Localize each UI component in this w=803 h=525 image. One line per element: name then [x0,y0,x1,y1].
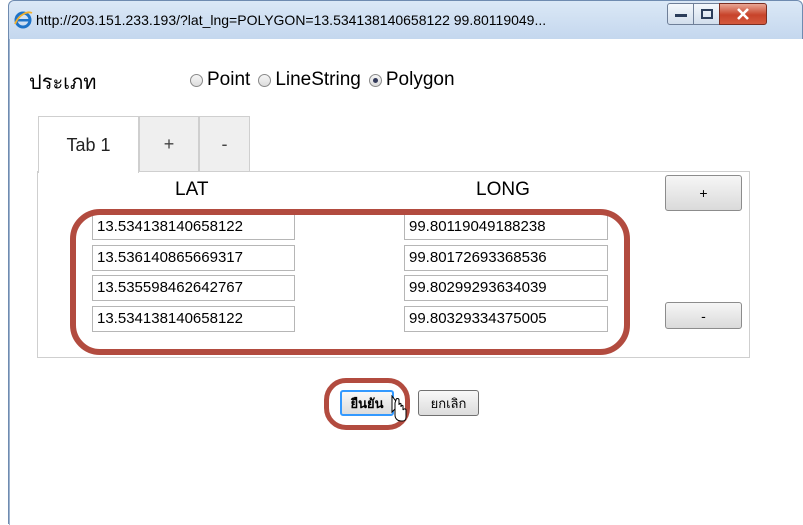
close-button[interactable] [719,3,767,25]
add-row-button[interactable]: + [665,175,742,211]
remove-row-button[interactable]: - [665,302,742,329]
radio-label-linestring: LineString [275,69,361,90]
window-title: http://203.151.233.193/?lat_lng=POLYGON=… [36,12,547,28]
internet-explorer-icon [14,11,33,29]
mouse-pointer-icon [391,395,407,422]
radio-point[interactable]: Point [190,69,250,91]
confirm-button[interactable]: ยืนยัน [340,390,394,416]
browser-popup-window: http://203.151.233.193/?lat_lng=POLYGON=… [8,0,803,525]
title-bar[interactable]: http://203.151.233.193/?lat_lng=POLYGON=… [9,1,802,39]
geometry-type-radio-group: Point LineString Polygon [190,69,463,91]
long-input[interactable]: 99.80299293634039 [404,275,608,301]
radio-label-polygon: Polygon [385,69,455,90]
minimize-icon [674,14,687,17]
tab-1[interactable]: Tab 1 [38,116,139,173]
radio-label-point: Point [207,69,251,90]
maximize-icon [700,9,713,19]
long-input[interactable]: 99.80172693368536 [404,245,608,271]
long-column-header: LONG [476,179,530,200]
minimize-button[interactable] [667,3,694,25]
radio-button-icon[interactable] [190,73,203,87]
radio-button-icon[interactable] [258,73,272,87]
radio-polygon[interactable]: Polygon [368,69,455,91]
lat-input[interactable]: 13.534138140658122 [92,214,295,240]
lat-input[interactable]: 13.536140865669317 [92,245,295,271]
add-tab-button[interactable]: + [139,116,199,172]
remove-tab-button[interactable]: - [199,116,250,172]
radio-button-selected-icon[interactable] [368,73,382,87]
lat-input[interactable]: 13.534138140658122 [92,306,295,332]
radio-linestring[interactable]: LineString [258,69,361,91]
type-label: ประเภท [29,72,97,94]
lat-input[interactable]: 13.535598462642767 [92,275,295,301]
lat-column-header: LAT [175,179,209,200]
long-input[interactable]: 99.80119049188238 [404,214,608,240]
close-icon [737,8,749,20]
cancel-button[interactable]: ยกเลิก [418,390,479,416]
long-input[interactable]: 99.80329334375005 [404,306,608,332]
maximize-button[interactable] [693,3,720,25]
page-content: ประเภท Point LineString Polygon Tab 1 + … [9,39,803,525]
